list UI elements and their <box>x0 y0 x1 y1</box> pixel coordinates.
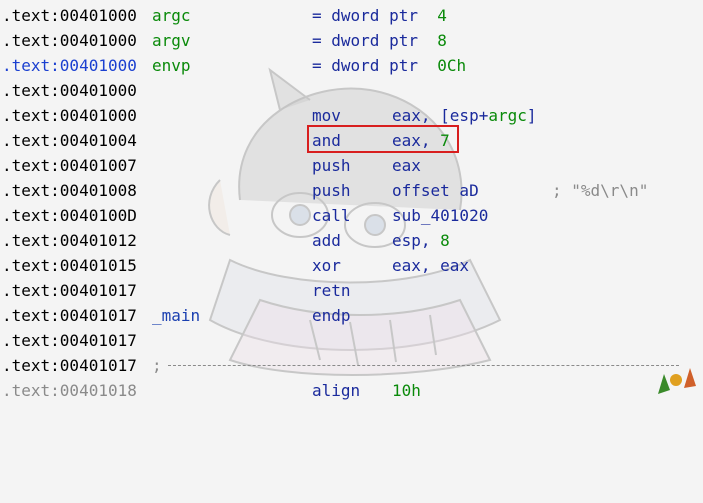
mnemonic: = dword ptr 4 <box>312 3 447 28</box>
address: .text:00401007 <box>2 156 137 175</box>
function-separator-line <box>168 365 679 366</box>
operand-text: esp, <box>392 231 441 250</box>
listing-row[interactable]: .text:0040100D call sub_401020 <box>0 203 703 228</box>
address-highlighted: .text:00401000 <box>2 56 137 75</box>
operand-text: eax, [esp+ <box>392 106 489 125</box>
address: .text:00401012 <box>2 231 137 250</box>
mnemonic: = dword ptr 8 <box>312 28 447 53</box>
address: .text:00401017 <box>2 331 137 350</box>
highlight-box <box>307 125 459 153</box>
comment: ; "%d\r\n" <box>552 181 649 200</box>
directive: = dword ptr <box>312 31 418 50</box>
listing-row[interactable]: .text:00401018 align 10h <box>0 378 703 403</box>
directive: = dword ptr <box>312 6 418 25</box>
operands: 10h <box>392 378 421 403</box>
address: .text:0040100D <box>2 206 137 225</box>
address: .text:00401000 <box>2 31 137 50</box>
immediate: 10h <box>392 381 421 400</box>
variable-reference[interactable]: argc <box>488 106 527 125</box>
address: .text:00401004 <box>2 131 137 150</box>
mnemonic: push <box>312 181 351 200</box>
immediate: 4 <box>437 6 447 25</box>
listing-row[interactable]: .text:00401000 argv = dword ptr 8 <box>0 28 703 53</box>
immediate: 8 <box>440 231 450 250</box>
mnemonic: xor <box>312 256 341 275</box>
mnemonic: align <box>312 381 361 400</box>
label[interactable]: envp <box>152 53 191 78</box>
listing-row[interactable]: .text:00401017 _main endp <box>0 303 703 328</box>
immediate: 8 <box>437 31 447 50</box>
directive: = dword ptr <box>312 56 418 75</box>
label[interactable]: argv <box>152 28 191 53</box>
immediate: 0Ch <box>437 56 467 75</box>
mnemonic: push <box>312 156 351 175</box>
mnemonic: = dword ptr 0Ch <box>312 53 466 78</box>
address: .text:00401017 <box>2 356 137 375</box>
address: .text:00401018 <box>2 381 137 400</box>
mnemonic: call <box>312 206 351 225</box>
operands: esp, 8 <box>392 228 450 253</box>
listing-row[interactable]: .text:00401000 envp = dword ptr 0Ch <box>0 53 703 78</box>
label[interactable]: argc <box>152 3 191 28</box>
operands: eax, eax <box>392 256 470 275</box>
address: .text:00401000 <box>2 106 137 125</box>
operands: eax <box>392 156 421 175</box>
listing-row[interactable]: .text:00401000 argc = dword ptr 4 <box>0 3 703 28</box>
listing-row[interactable]: .text:00401015 xor eax, eax <box>0 253 703 278</box>
operands[interactable]: offset aD <box>392 178 479 203</box>
mnemonic: endp <box>312 306 351 325</box>
disassembly-listing: .text:00401000 argc = dword ptr 4 .text:… <box>0 0 703 404</box>
mnemonic: add <box>312 231 341 250</box>
corner-sticker-icon <box>658 368 696 394</box>
address: .text:00401017 <box>2 281 137 300</box>
operand-text: ] <box>526 106 537 125</box>
mnemonic: retn <box>312 281 351 300</box>
address: .text:00401000 <box>2 81 137 100</box>
listing-row[interactable]: .text:00401000 <box>0 78 703 103</box>
separator-comment: ; <box>152 356 162 375</box>
address: .text:00401000 <box>2 6 137 25</box>
listing-row[interactable]: .text:00401017 retn <box>0 278 703 303</box>
listing-row[interactable]: .text:00401012 add esp, 8 <box>0 228 703 253</box>
address: .text:00401015 <box>2 256 137 275</box>
listing-row[interactable]: .text:00401008 push offset aD ; "%d\r\n" <box>0 178 703 203</box>
listing-row[interactable]: .text:00401007 push eax <box>0 153 703 178</box>
listing-row[interactable]: .text:00401017 <box>0 328 703 353</box>
function-label[interactable]: _main <box>152 303 200 328</box>
address: .text:00401008 <box>2 181 137 200</box>
address: .text:00401017 <box>2 306 137 325</box>
operands[interactable]: sub_401020 <box>392 203 488 228</box>
